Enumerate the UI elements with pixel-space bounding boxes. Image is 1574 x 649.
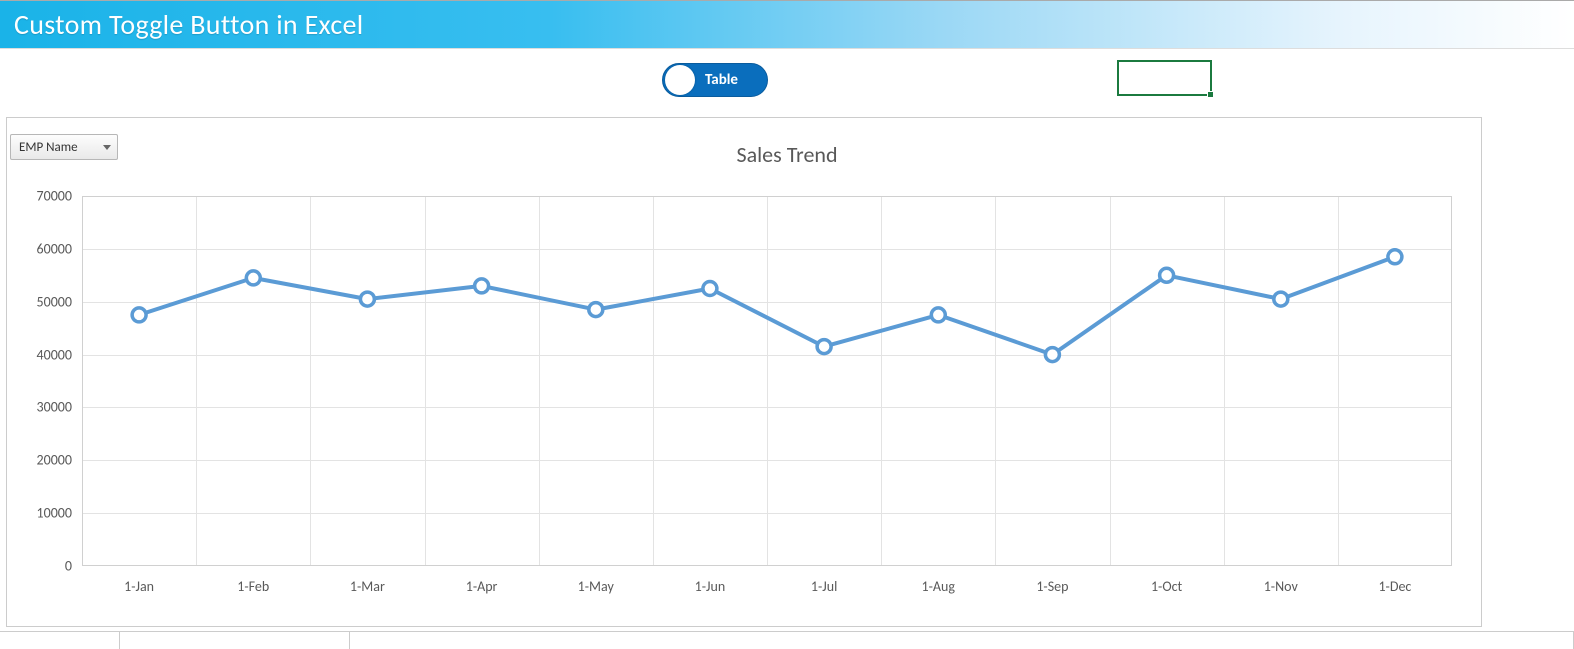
data-marker <box>1045 348 1059 362</box>
fill-handle[interactable] <box>1207 91 1214 98</box>
selected-cell[interactable] <box>1117 60 1212 96</box>
data-marker <box>246 271 260 285</box>
y-tick-label: 20000 <box>12 452 72 469</box>
x-tick-label: 1-Apr <box>466 578 498 595</box>
sheet-tab-cell[interactable] <box>350 631 1574 649</box>
data-marker <box>360 292 374 306</box>
sheet-bottom-row <box>0 631 1574 649</box>
chevron-down-icon <box>103 145 111 150</box>
x-tick-label: 1-Mar <box>350 578 385 595</box>
emp-name-slicer[interactable]: EMP Name <box>10 134 118 160</box>
x-tick-label: 1-Jun <box>695 578 726 595</box>
data-marker <box>1274 292 1288 306</box>
data-marker <box>1388 250 1402 264</box>
sheet-tab-cell[interactable] <box>0 631 120 649</box>
toggle-knob <box>665 65 695 95</box>
toggle-table-chart[interactable]: Table <box>662 63 768 97</box>
header-title: Custom Toggle Button in Excel <box>14 7 363 42</box>
y-tick-label: 10000 <box>12 505 72 522</box>
x-tick-label: 1-Dec <box>1378 578 1411 595</box>
x-tick-label: 1-Aug <box>922 578 955 595</box>
data-marker <box>589 303 603 317</box>
toggle-label: Table <box>705 71 738 89</box>
header-bar: Custom Toggle Button in Excel <box>0 1 1574 49</box>
y-tick-label: 0 <box>12 558 72 575</box>
y-tick-label: 60000 <box>12 240 72 257</box>
y-tick-label: 40000 <box>12 346 72 363</box>
data-marker <box>475 279 489 293</box>
x-tick-label: 1-Oct <box>1151 578 1182 595</box>
data-marker <box>1160 268 1174 282</box>
x-tick-label: 1-May <box>578 578 614 595</box>
x-tick-label: 1-Feb <box>237 578 269 595</box>
x-tick-label: 1-Jul <box>811 578 837 595</box>
x-tick-label: 1-Jan <box>124 578 154 595</box>
data-marker <box>703 282 717 296</box>
toggle-row: Table <box>0 49 1574 99</box>
sheet-tab-cell[interactable] <box>120 631 350 649</box>
chart-title: Sales Trend <box>0 141 1574 168</box>
data-marker <box>931 308 945 322</box>
data-marker <box>132 308 146 322</box>
y-tick-label: 50000 <box>12 293 72 310</box>
x-tick-label: 1-Nov <box>1264 578 1298 595</box>
x-tick-label: 1-Sep <box>1036 578 1068 595</box>
y-tick-label: 30000 <box>12 399 72 416</box>
line-series <box>82 196 1452 566</box>
slicer-label: EMP Name <box>19 140 78 155</box>
data-marker <box>817 340 831 354</box>
y-tick-label: 70000 <box>12 188 72 205</box>
